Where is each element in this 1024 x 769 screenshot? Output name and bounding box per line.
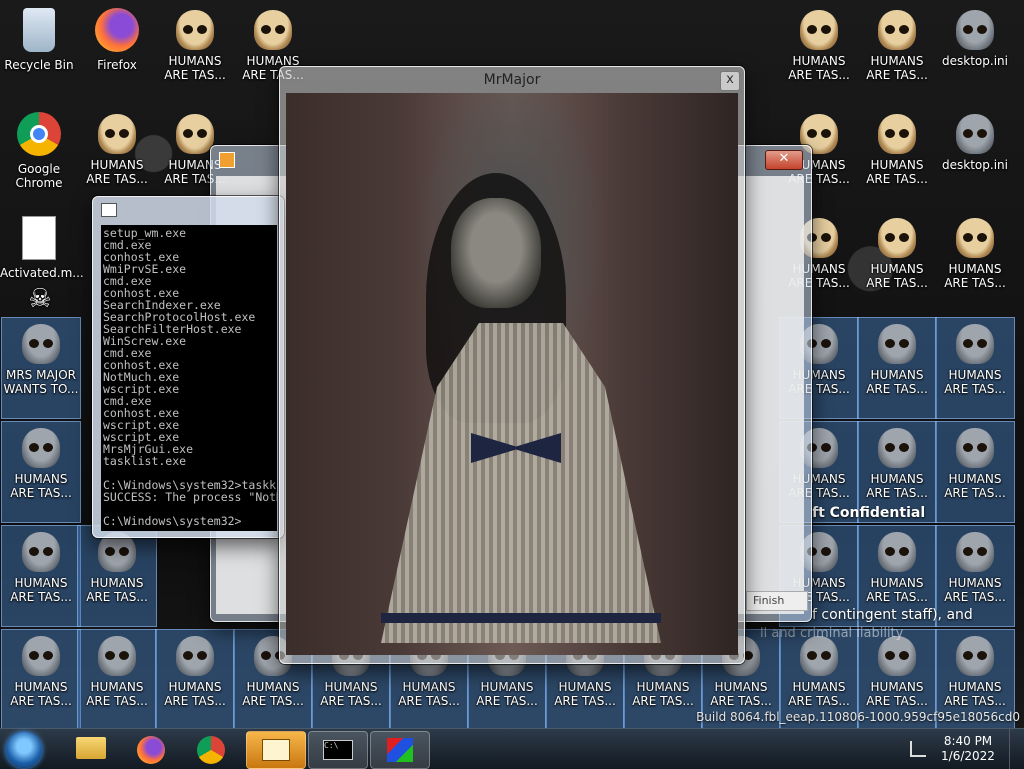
humans-icon-c13r4[interactable]: HUMANS ARE TAS...: [935, 317, 1015, 419]
skull-icon: [176, 636, 214, 676]
skull-icon: [956, 636, 994, 676]
girl-face-shape: [451, 198, 541, 308]
recycle-bin-icon[interactable]: Recycle Bin: [0, 4, 78, 104]
skull-icon: [878, 636, 916, 676]
humans-icon-c3r7[interactable]: HUMANS ARE TAS...: [155, 629, 235, 731]
mrs-major-shortcut[interactable]: MRS MAJOR WANTS TO...: [1, 317, 81, 419]
start-button[interactable]: [6, 732, 42, 768]
chrome-icon: [197, 736, 225, 764]
system-tray: 8:40 PM 1/6/2022: [904, 729, 1024, 769]
document-icon: [22, 216, 56, 260]
desktop-ini-icon-2[interactable]: desktop.ini: [936, 108, 1014, 208]
skull-icon: [800, 636, 838, 676]
google-chrome-shortcut[interactable]: Google Chrome: [0, 108, 78, 208]
skull-crossbones-glyph-icon: ☠: [28, 284, 52, 314]
popup-title: MrMajor: [483, 72, 541, 88]
installer-close-button[interactable]: ✕: [765, 150, 803, 170]
chrome-icon: [17, 112, 61, 156]
skull-icon: [98, 114, 136, 154]
skull-icon: [956, 218, 994, 258]
network-icon[interactable]: [910, 741, 926, 757]
taskbar-firefox[interactable]: [122, 731, 180, 767]
finish-button[interactable]: Finish: [746, 591, 808, 611]
skull-icon: [800, 10, 838, 50]
cmd-window[interactable]: setup_wm.exe cmd.exe conhost.exe WmiPrvS…: [92, 196, 284, 538]
taskbar-installer[interactable]: [370, 731, 430, 769]
recycle-bin-glyph-icon: [23, 8, 55, 52]
firefox-icon: [137, 736, 165, 764]
skull-icon: [956, 428, 994, 468]
skull-icon: [98, 636, 136, 676]
confidential-heading: ft Confidential: [812, 505, 926, 521]
skull-icon: [22, 532, 60, 572]
skull-icon: [98, 532, 136, 572]
media-icon: [262, 739, 290, 761]
humans-icon-c3r1[interactable]: HUMANS ARE TAS...: [156, 4, 234, 104]
taskbar-explorer[interactable]: [62, 731, 120, 767]
humans-icon-c1r5[interactable]: HUMANS ARE TAS...: [1, 421, 81, 523]
contingent-text: f contingent staff), and: [812, 607, 973, 623]
cmd-app-icon: [101, 203, 117, 217]
humans-icon-c12r2[interactable]: HUMANS ARE TAS...: [858, 108, 936, 208]
clock-date: 1/6/2022: [941, 749, 995, 763]
firefox-shortcut[interactable]: Firefox: [78, 4, 156, 104]
skull-icon: [878, 532, 916, 572]
humans-icon-c12r1[interactable]: HUMANS ARE TAS...: [858, 4, 936, 104]
skull-icon: [878, 324, 916, 364]
skull-icon: [956, 10, 994, 50]
creepy-doll-image: [286, 93, 738, 655]
popup-close-button[interactable]: x: [720, 71, 740, 91]
humans-icon-c1r7[interactable]: HUMANS ARE TAS...: [1, 629, 81, 731]
humans-icon-c12r3[interactable]: HUMANS ARE TAS...: [858, 212, 936, 312]
taskbar-cmd[interactable]: C:\: [308, 731, 368, 769]
skull-icon: [22, 636, 60, 676]
humans-icon-c2r7[interactable]: HUMANS ARE TAS...: [77, 629, 157, 731]
taskbar-media[interactable]: [246, 731, 306, 769]
humans-icon-c13r5[interactable]: HUMANS ARE TAS...: [935, 421, 1015, 523]
humans-icon-c11r1[interactable]: HUMANS ARE TAS...: [780, 4, 858, 104]
skull-icon: [956, 324, 994, 364]
skull-icon: [878, 114, 916, 154]
skull-icon: [878, 10, 916, 50]
cmd-icon: C:\: [323, 740, 353, 760]
girl-dress-shape: [381, 323, 661, 643]
humans-icon-c2r2[interactable]: HUMANS ARE TAS...: [78, 108, 156, 208]
taskbar-chrome[interactable]: [182, 731, 240, 767]
skull-icon: [878, 218, 916, 258]
skull-icon: [22, 324, 60, 364]
skull-icon: [176, 10, 214, 50]
installer-icon: [387, 738, 413, 762]
skull-icon: [22, 428, 60, 468]
humans-icon-c13r3[interactable]: HUMANS ARE TAS...: [936, 212, 1014, 312]
mrmajor-popup[interactable]: MrMajor x: [279, 66, 745, 664]
skull-icon: [176, 114, 214, 154]
desktop-ini-icon-1[interactable]: desktop.ini: [936, 4, 1014, 104]
skull-icon: [878, 428, 916, 468]
cmd-output[interactable]: setup_wm.exe cmd.exe conhost.exe WmiPrvS…: [101, 225, 277, 531]
clock[interactable]: 8:40 PM 1/6/2022: [938, 734, 998, 764]
build-string: Build 8064.fbl_eeap.110806-1000.959cf95e…: [696, 710, 1020, 724]
humans-icon-c1r6[interactable]: HUMANS ARE TAS...: [1, 525, 81, 627]
liability-text: ll and criminal liability: [760, 626, 904, 641]
taskbar: C:\ 8:40 PM 1/6/2022: [0, 728, 1024, 769]
folder-icon: [76, 737, 106, 759]
show-desktop-button[interactable]: [1009, 729, 1024, 769]
skull-crossbones-icon[interactable]: ☠: [12, 284, 68, 318]
humans-icon-c12r4[interactable]: HUMANS ARE TAS...: [857, 317, 937, 419]
skull-icon: [956, 114, 994, 154]
dress-hem-stripe: [381, 613, 661, 623]
clock-time: 8:40 PM: [943, 734, 993, 748]
skull-icon: [956, 532, 994, 572]
firefox-icon: [95, 8, 139, 52]
installer-app-icon: [219, 152, 235, 168]
humans-icon-c2r6[interactable]: HUMANS ARE TAS...: [77, 525, 157, 627]
skull-icon: [254, 10, 292, 50]
